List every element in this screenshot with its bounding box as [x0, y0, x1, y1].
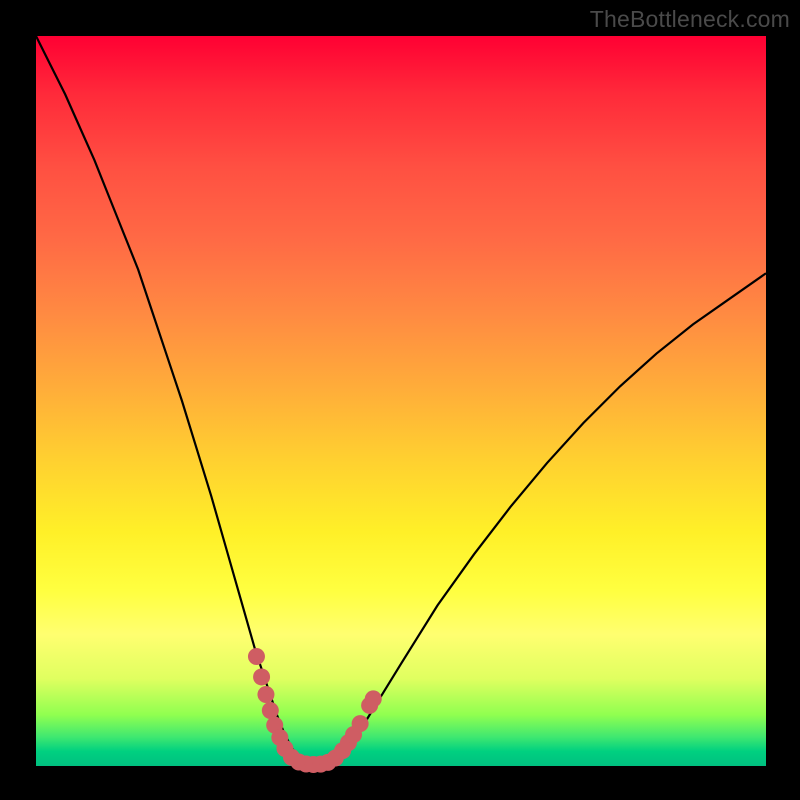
highlight-dot — [262, 702, 279, 719]
highlight-dot — [352, 715, 369, 732]
curve-line — [36, 36, 766, 765]
highlight-dot — [257, 686, 274, 703]
watermark-text: TheBottleneck.com — [590, 6, 790, 33]
bottleneck-chart — [0, 0, 800, 800]
highlight-dot — [248, 648, 265, 665]
highlight-dot — [253, 668, 270, 685]
highlight-dot — [365, 690, 382, 707]
